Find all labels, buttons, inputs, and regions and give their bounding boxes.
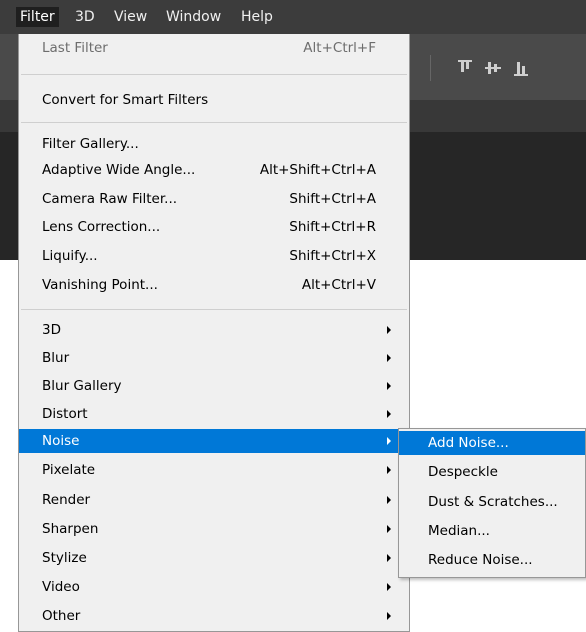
align-top-icon[interactable]	[456, 58, 478, 78]
menu-item-sharpen[interactable]: Sharpen	[19, 517, 409, 541]
submenu-arrow-icon	[387, 326, 391, 334]
menu-item-shortcut: Alt+Ctrl+F	[303, 40, 376, 56]
submenu-arrow-icon	[387, 612, 391, 620]
menu-item-label: 3D	[42, 322, 61, 338]
menu-item-distort[interactable]: Distort	[19, 402, 409, 426]
menu-separator	[21, 122, 407, 123]
menu-item-last-filter: Last Filter Alt+Ctrl+F	[19, 36, 409, 60]
menu-window[interactable]: Window	[162, 7, 225, 27]
submenu-arrow-icon	[387, 466, 391, 474]
menu-item-label: Adaptive Wide Angle...	[42, 162, 196, 178]
menu-item-pixelate[interactable]: Pixelate	[19, 458, 409, 482]
menu-item-label: Sharpen	[42, 521, 99, 537]
menu-item-label: Render	[42, 492, 91, 508]
submenu-item-dust-and-scratches[interactable]: Dust & Scratches...	[399, 490, 585, 514]
menu-item-render[interactable]: Render	[19, 488, 409, 512]
submenu-item-label: Median...	[428, 523, 490, 539]
menu-item-label: Distort	[42, 406, 88, 422]
align-bottom-icon[interactable]	[512, 58, 534, 78]
submenu-item-reduce-noise[interactable]: Reduce Noise...	[399, 548, 585, 572]
submenu-arrow-icon	[387, 410, 391, 418]
menu-item-adaptive-wide-angle[interactable]: Adaptive Wide Angle... Alt+Shift+Ctrl+A	[19, 158, 409, 182]
menu-item-label: Lens Correction...	[42, 219, 161, 235]
menu-item-blur[interactable]: Blur	[19, 346, 409, 370]
menu-item-label: Video	[42, 579, 80, 595]
menu-item-camera-raw-filter[interactable]: Camera Raw Filter... Shift+Ctrl+A	[19, 187, 409, 211]
align-vertical-center-icon[interactable]	[484, 58, 506, 78]
submenu-item-label: Reduce Noise...	[428, 552, 533, 568]
submenu-item-despeckle[interactable]: Despeckle	[399, 460, 585, 484]
submenu-arrow-icon	[387, 525, 391, 533]
submenu-arrow-icon	[387, 583, 391, 591]
menu-item-filter-gallery[interactable]: Filter Gallery...	[19, 132, 409, 156]
menu-item-label: Stylize	[42, 550, 87, 566]
submenu-item-label: Despeckle	[428, 464, 498, 480]
submenu-arrow-icon	[387, 554, 391, 562]
menu-filter[interactable]: Filter	[16, 7, 59, 27]
menu-3d[interactable]: 3D	[71, 7, 99, 27]
menu-item-label: Noise	[42, 433, 80, 449]
submenu-item-median[interactable]: Median...	[399, 519, 585, 543]
submenu-item-label: Add Noise...	[428, 435, 509, 451]
menu-separator	[21, 309, 407, 310]
menu-help[interactable]: Help	[237, 7, 277, 27]
menu-item-lens-correction[interactable]: Lens Correction... Shift+Ctrl+R	[19, 215, 409, 239]
menu-item-shortcut: Alt+Shift+Ctrl+A	[259, 162, 376, 178]
submenu-arrow-icon	[387, 354, 391, 362]
menu-item-liquify[interactable]: Liquify... Shift+Ctrl+X	[19, 244, 409, 268]
menu-item-convert-for-smart-filters[interactable]: Convert for Smart Filters	[19, 88, 409, 112]
menu-item-label: Last Filter	[42, 40, 108, 56]
submenu-item-add-noise[interactable]: Add Noise...	[399, 431, 585, 455]
menu-item-other[interactable]: Other	[19, 604, 409, 628]
submenu-item-label: Dust & Scratches...	[428, 494, 558, 510]
menu-item-label: Pixelate	[42, 462, 96, 478]
menu-view[interactable]: View	[110, 7, 151, 27]
menu-item-stylize[interactable]: Stylize	[19, 546, 409, 570]
menu-item-noise[interactable]: Noise	[19, 429, 409, 453]
menu-item-label: Other	[42, 608, 81, 624]
menu-item-shortcut: Alt+Ctrl+V	[301, 277, 376, 293]
menu-separator	[21, 74, 407, 75]
menu-item-label: Convert for Smart Filters	[42, 92, 209, 108]
menu-item-vanishing-point[interactable]: Vanishing Point... Alt+Ctrl+V	[19, 273, 409, 297]
menu-item-blur-gallery[interactable]: Blur Gallery	[19, 374, 409, 398]
menu-item-3d[interactable]: 3D	[19, 318, 409, 342]
menu-bar: Filter 3D View Window Help	[0, 0, 586, 34]
toolbar-divider	[430, 55, 431, 81]
menu-item-label: Camera Raw Filter...	[42, 191, 178, 207]
menu-item-label: Liquify...	[42, 248, 98, 264]
submenu-arrow-icon	[387, 437, 391, 445]
menu-item-shortcut: Shift+Ctrl+R	[289, 219, 376, 235]
submenu-arrow-icon	[387, 382, 391, 390]
menu-item-label: Blur Gallery	[42, 378, 122, 394]
menu-item-shortcut: Shift+Ctrl+X	[289, 248, 376, 264]
menu-item-label: Vanishing Point...	[42, 277, 158, 293]
menu-item-video[interactable]: Video	[19, 575, 409, 599]
filter-menu: Last Filter Alt+Ctrl+F Convert for Smart…	[18, 34, 410, 632]
menu-item-label: Filter Gallery...	[42, 136, 139, 152]
noise-submenu: Add Noise... Despeckle Dust & Scratches.…	[398, 428, 586, 578]
submenu-arrow-icon	[387, 496, 391, 504]
menu-item-shortcut: Shift+Ctrl+A	[289, 191, 376, 207]
menu-item-label: Blur	[42, 350, 70, 366]
